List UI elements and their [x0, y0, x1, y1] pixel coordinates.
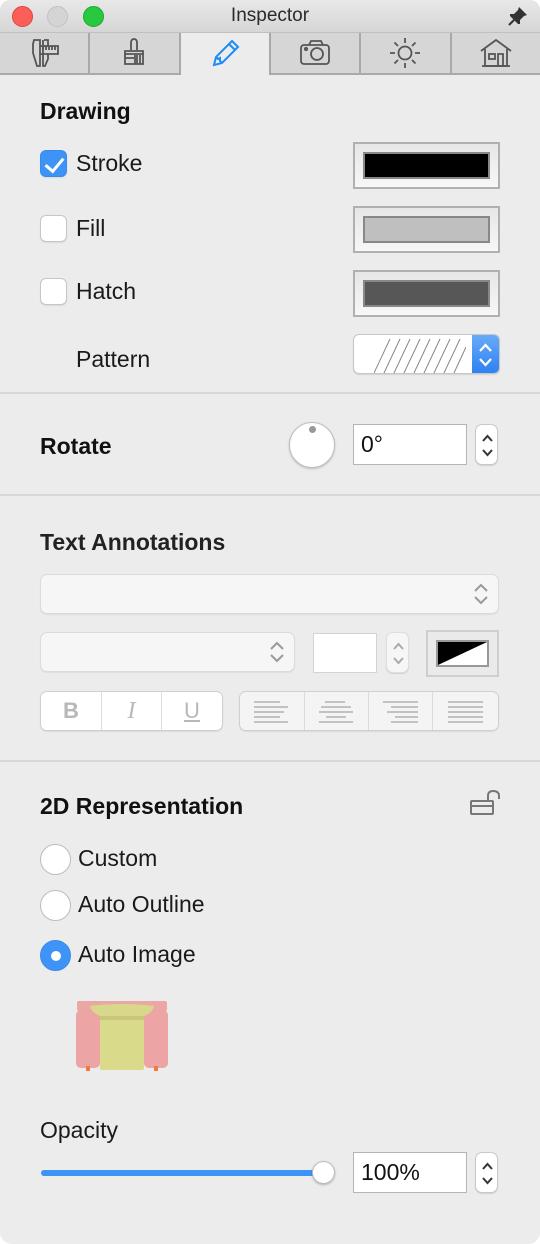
- hatch-label: Hatch: [76, 278, 137, 304]
- font-size-field[interactable]: [313, 633, 377, 673]
- opacity-stepper[interactable]: [475, 1152, 498, 1193]
- hatch-color-well[interactable]: [353, 270, 500, 317]
- font-style-popup[interactable]: [40, 632, 295, 672]
- tab-drawing[interactable]: [180, 33, 271, 75]
- inspector-tabs: [0, 32, 540, 75]
- pin-icon[interactable]: [506, 4, 530, 28]
- chevron-updown-icon: [474, 583, 488, 605]
- rotation-stepper[interactable]: [475, 424, 498, 465]
- bold-button[interactable]: B: [41, 692, 102, 730]
- align-justify-icon: [447, 701, 483, 723]
- stroke-checkbox[interactable]: [40, 150, 67, 177]
- align-left-button[interactable]: [240, 692, 305, 730]
- representation-section-title: 2D Representation: [40, 793, 244, 819]
- text-color-well[interactable]: [426, 630, 499, 677]
- rotation-knob[interactable]: [289, 422, 335, 468]
- house-icon: [480, 38, 512, 67]
- text-annotations-section-title: Text Annotations: [40, 529, 226, 555]
- chevron-updown-icon: [270, 641, 284, 663]
- inspector-window: Inspector Drawing Stroke Fill Hatch Patt…: [0, 0, 540, 1244]
- brush-icon: [124, 38, 145, 65]
- opacity-slider-track[interactable]: [41, 1170, 323, 1176]
- font-size-stepper[interactable]: [386, 632, 409, 673]
- pattern-popup-arrows: [472, 335, 499, 373]
- armchair-preview-image: [76, 1001, 168, 1071]
- fill-checkbox[interactable]: [40, 215, 67, 242]
- align-justify-button[interactable]: [433, 692, 498, 730]
- align-right-icon: [382, 701, 418, 723]
- hatch-checkbox[interactable]: [40, 278, 67, 305]
- rotate-section-title: Rotate: [40, 433, 112, 459]
- italic-label: I: [127, 697, 136, 724]
- unlock-icon[interactable]: [468, 788, 504, 818]
- auto-outline-label: Auto Outline: [78, 891, 205, 917]
- hatch-pattern-preview: [374, 338, 466, 373]
- underline-label: U: [184, 698, 200, 723]
- auto-image-label: Auto Image: [78, 941, 196, 967]
- text-color-swatch: [436, 640, 489, 667]
- italic-button[interactable]: I: [102, 692, 162, 730]
- stroke-color-well[interactable]: [353, 142, 500, 189]
- fill-label: Fill: [76, 215, 106, 241]
- underline-button[interactable]: U: [162, 692, 222, 730]
- window-title: Inspector: [230, 5, 310, 26]
- opacity-field[interactable]: 100%: [353, 1152, 467, 1193]
- custom-radio[interactable]: [40, 844, 71, 875]
- chevron-updown-icon: [479, 343, 492, 367]
- align-center-button[interactable]: [305, 692, 369, 730]
- tab-building[interactable]: [452, 33, 540, 73]
- camera-icon: [300, 40, 331, 65]
- text-style-segmented: B I U: [40, 691, 223, 731]
- tab-camera[interactable]: [271, 33, 362, 73]
- stepper-arrows-icon: [482, 1162, 493, 1185]
- divider: [0, 760, 540, 762]
- opacity-slider-thumb[interactable]: [311, 1161, 335, 1184]
- stroke-color-swatch: [363, 152, 490, 179]
- opacity-label: Opacity: [40, 1117, 118, 1143]
- sun-icon: [390, 38, 421, 68]
- stepper-arrows-icon: [393, 642, 404, 665]
- rotation-field[interactable]: 0°: [353, 424, 467, 465]
- pattern-label: Pattern: [76, 346, 151, 372]
- hatch-color-swatch: [363, 280, 490, 307]
- bold-label: B: [63, 698, 79, 723]
- tab-light[interactable]: [361, 33, 452, 73]
- auto-outline-radio[interactable]: [40, 890, 71, 921]
- tab-dimensions[interactable]: [0, 33, 91, 73]
- opacity-slider-fill: [41, 1170, 323, 1176]
- fill-color-swatch: [363, 216, 490, 243]
- divider: [0, 392, 540, 394]
- auto-image-radio[interactable]: [40, 940, 71, 971]
- align-left-icon: [254, 701, 288, 723]
- stepper-arrows-icon: [482, 434, 493, 457]
- pencil-icon: [212, 39, 240, 67]
- tab-materials[interactable]: [90, 33, 181, 73]
- text-alignment-segmented: [239, 691, 499, 731]
- pattern-popup[interactable]: [353, 334, 500, 374]
- divider: [0, 494, 540, 496]
- stroke-label: Stroke: [76, 150, 143, 176]
- align-right-button[interactable]: [369, 692, 433, 730]
- custom-label: Custom: [78, 845, 158, 871]
- align-center-icon: [318, 701, 353, 723]
- fill-color-well[interactable]: [353, 206, 500, 253]
- drawing-section-title: Drawing: [40, 98, 131, 124]
- title-bar: Inspector: [0, 0, 540, 32]
- font-family-popup[interactable]: [40, 574, 499, 614]
- caliper-icon: [32, 39, 60, 67]
